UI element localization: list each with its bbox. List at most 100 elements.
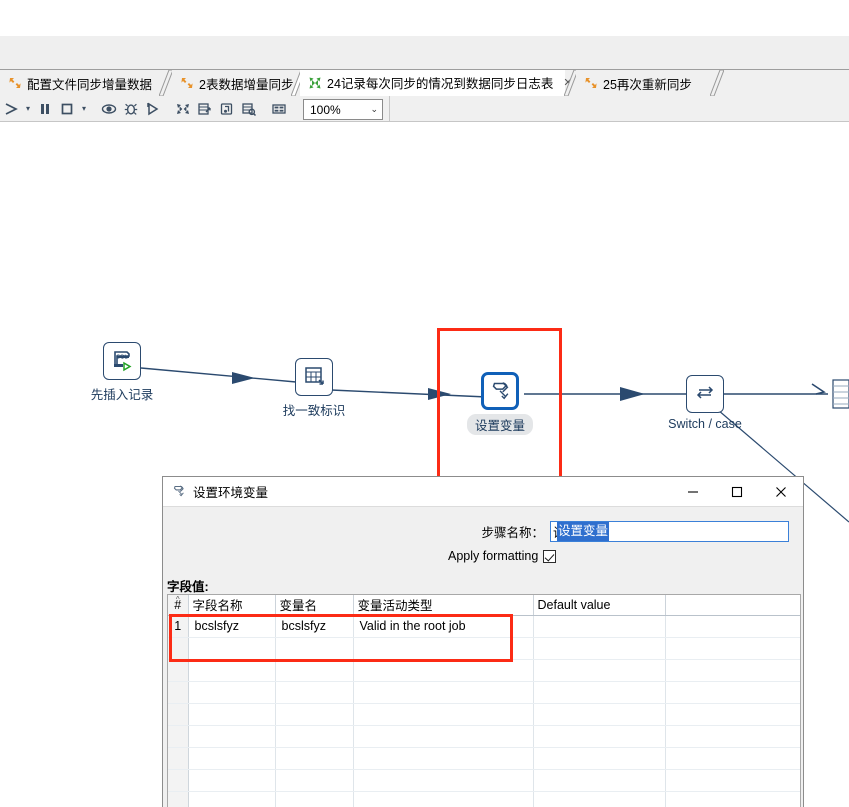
job-sync-icon (584, 76, 598, 90)
cell-field-name[interactable] (188, 659, 276, 682)
cell-variable-scope[interactable] (353, 659, 534, 682)
cell-variable-name[interactable] (275, 659, 354, 682)
cell-extra[interactable] (665, 703, 800, 726)
cell-field-name[interactable] (188, 703, 276, 726)
cell-field-name[interactable] (188, 747, 276, 770)
dialog-title: 设置环境变量 (193, 486, 269, 500)
tab-table-incremental-sync[interactable]: 2表数据增量同步 (172, 70, 294, 96)
inspect-icon[interactable] (238, 98, 260, 120)
tab-log-sync-records[interactable]: 24记录每次同步的情况到数据同步日志表 ✕ (300, 70, 573, 96)
stop-dropdown-caret[interactable]: ▾ (78, 98, 90, 120)
debug-icon[interactable] (120, 98, 142, 120)
cell-extra[interactable] (665, 659, 800, 682)
minimize-button[interactable] (671, 477, 715, 507)
step-switch-case[interactable]: Switch / case (665, 375, 745, 431)
metrics-icon[interactable] (194, 98, 216, 120)
window-titlebar-area (0, 0, 849, 36)
transformation-icon[interactable] (172, 98, 194, 120)
dialog-titlebar[interactable]: 设置环境变量 (163, 477, 803, 507)
column-header-variable-name[interactable]: 变量名 (275, 595, 354, 616)
cell-field-name[interactable] (188, 791, 276, 807)
sql-icon[interactable] (216, 98, 238, 120)
cell-extra[interactable] (665, 747, 800, 770)
column-header-field-name[interactable]: 字段名称 (188, 595, 276, 616)
tab-label: 2表数据增量同步 (199, 77, 294, 92)
tab-resync[interactable]: 25再次重新同步 (576, 70, 711, 96)
table-row[interactable] (168, 659, 800, 682)
step-icon-box[interactable] (481, 372, 519, 410)
cell-variable-name[interactable] (275, 791, 354, 807)
tab-config-file-sync[interactable]: 配置文件同步增量数据 (0, 70, 160, 96)
cell-default-value[interactable] (533, 725, 666, 748)
step-label: 找一致标识 (282, 404, 346, 418)
cell-variable-scope[interactable] (353, 681, 534, 704)
cell-extra[interactable] (665, 769, 800, 792)
close-button[interactable] (759, 477, 803, 507)
cell-default-value[interactable] (533, 659, 666, 682)
step-icon-box[interactable] (295, 358, 333, 396)
cell-extra[interactable] (665, 637, 800, 660)
cell-field-name[interactable] (188, 681, 276, 704)
grid-icon[interactable] (268, 98, 290, 120)
cell-variable-scope[interactable] (353, 747, 534, 770)
set-environment-variables-dialog[interactable]: 设置环境变量 步骤名称： 设置变量 Apply formatting (162, 476, 804, 807)
step-icon-box[interactable]: SQL (103, 342, 141, 380)
cell-default-value[interactable] (533, 703, 666, 726)
cell-default-value[interactable] (533, 747, 666, 770)
run-icon[interactable] (0, 98, 22, 120)
step-find-identity[interactable]: 找一致标识 (274, 358, 354, 419)
run-dropdown-caret[interactable]: ▾ (22, 98, 34, 120)
dialog-window-controls (671, 477, 803, 507)
transformation-icon (308, 76, 322, 90)
cell-default-value[interactable] (533, 615, 666, 638)
job-sync-icon (8, 76, 22, 90)
cell-variable-scope[interactable] (353, 769, 534, 792)
editor-tabbar: 配置文件同步增量数据 2表数据增量同步 24记录每次同步的情况到数据同步日志表 … (0, 69, 849, 97)
cell-variable-name[interactable] (275, 703, 354, 726)
column-header-default-value[interactable]: Default value (533, 595, 666, 616)
table-row[interactable] (168, 769, 800, 792)
column-header-extra[interactable] (665, 595, 800, 616)
table-row[interactable] (168, 747, 800, 770)
cell-extra[interactable] (665, 615, 800, 638)
table-row[interactable] (168, 725, 800, 748)
cell-variable-name[interactable] (275, 769, 354, 792)
cell-field-name[interactable] (188, 725, 276, 748)
table-row[interactable] (168, 681, 800, 704)
cell-default-value[interactable] (533, 791, 666, 807)
cell-extra[interactable] (665, 725, 800, 748)
svg-text:SQL: SQL (117, 354, 129, 360)
cell-variable-name[interactable] (275, 747, 354, 770)
column-header-variable-scope[interactable]: 变量活动类型 (353, 595, 534, 616)
cell-variable-scope[interactable] (353, 791, 534, 807)
cell-field-name[interactable] (188, 769, 276, 792)
apply-formatting-row[interactable]: Apply formatting (448, 549, 557, 563)
cell-index (168, 769, 189, 792)
cell-variable-name[interactable] (275, 681, 354, 704)
cell-default-value[interactable] (533, 681, 666, 704)
cell-variable-scope[interactable] (353, 725, 534, 748)
step-icon-box[interactable] (686, 375, 724, 413)
apply-formatting-checkbox[interactable] (543, 549, 557, 563)
step-set-variables[interactable]: 设置变量 (460, 372, 540, 435)
column-header-index[interactable]: ^ # (168, 595, 189, 616)
cell-extra[interactable] (665, 681, 800, 704)
cell-variable-scope[interactable] (353, 703, 534, 726)
step-insert-record[interactable]: SQL 先插入记录 (82, 342, 162, 403)
maximize-button[interactable] (715, 477, 759, 507)
replay-icon[interactable] (142, 98, 164, 120)
table-header-row: ^ # 字段名称 变量名 变量活动类型 Default value (168, 595, 800, 616)
step-label: Switch / case (668, 417, 742, 431)
cell-default-value[interactable] (533, 637, 666, 660)
step-name-label: 步骤名称： (481, 526, 544, 540)
zoom-level-combobox[interactable]: 100% ⌄ (303, 99, 383, 120)
pause-icon[interactable] (34, 98, 56, 120)
cell-extra[interactable] (665, 791, 800, 807)
cell-variable-name[interactable] (275, 725, 354, 748)
step-label: 先插入记录 (90, 388, 154, 402)
preview-icon[interactable] (98, 98, 120, 120)
table-row[interactable] (168, 703, 800, 726)
stop-icon[interactable] (56, 98, 78, 120)
table-row[interactable] (168, 791, 800, 807)
cell-default-value[interactable] (533, 769, 666, 792)
